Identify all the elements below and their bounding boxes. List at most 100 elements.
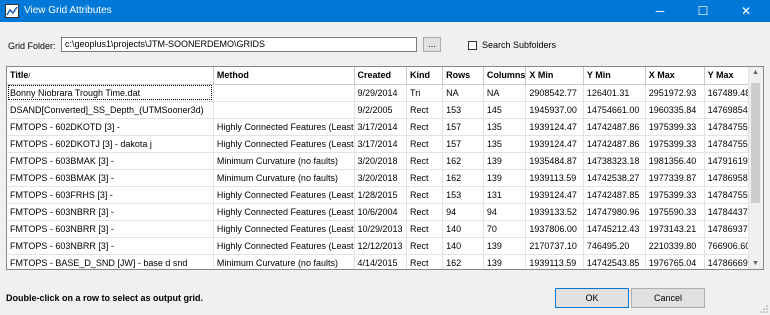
table-row[interactable]: Bonny Niobrara Trough Time.dat 9/29/2014 T… [7, 84, 763, 102]
table-cell: 14742487.86 [583, 118, 646, 136]
search-subfolders-label[interactable]: Search Subfolders [482, 40, 556, 50]
table-cell: 139 [483, 254, 527, 269]
column-header-method[interactable]: Method [213, 67, 355, 85]
table-cell: 162 [442, 152, 484, 170]
table-cell: 94 [442, 203, 484, 221]
table-cell: DSAND[Converted]_SS_Depth_(UTMSooner3d) [7, 101, 214, 119]
table-row[interactable]: FMTOPS - 602DKOTD [3] - Highly Connected … [7, 118, 763, 136]
table-cell: Highly Connected Features (Least [213, 135, 355, 153]
column-header-columns[interactable]: Columns [483, 67, 527, 85]
table-cell: 746495.20 [583, 237, 646, 255]
table-cell: 14747980.96 [583, 203, 646, 221]
search-subfolders-checkbox[interactable] [468, 41, 477, 50]
table-row[interactable]: DSAND[Converted]_SS_Depth_(UTMSooner3d) 9… [7, 101, 763, 119]
minimize-button[interactable]: ─ [640, 0, 680, 22]
cancel-button[interactable]: Cancel [631, 288, 705, 308]
table-cell: 70 [483, 220, 527, 238]
scroll-down-icon[interactable]: ▼ [752, 260, 759, 267]
table-cell: 9/2/2005 [354, 101, 408, 119]
vertical-scrollbar[interactable]: ▲ ▼ [748, 67, 763, 269]
table-cell: 145 [483, 101, 527, 119]
table-row[interactable]: FMTOPS - 603BMAK [3] - Minimum Curvature … [7, 152, 763, 170]
table-cell: NA [442, 84, 484, 102]
table-cell: 1976765.04 [645, 254, 705, 269]
table-cell: 1975399.33 [645, 186, 705, 204]
title-bar[interactable]: View Grid Attributes ─ ☐ ✕ [0, 0, 770, 22]
table-cell: 139 [483, 152, 527, 170]
table-row[interactable]: FMTOPS - BASE_D_SND [JW] - base d snd Min… [7, 254, 763, 269]
table-cell: Rect [406, 186, 444, 204]
table-cell: 4/14/2015 [354, 254, 408, 269]
maximize-button[interactable]: ☐ [683, 0, 723, 22]
header-row: Title/Method Created Kind Rows Columns X Min Y… [7, 67, 763, 85]
column-header-title[interactable]: Title/ [7, 67, 214, 85]
table-cell: 1945937.00 [525, 101, 584, 119]
table-cell: FMTOPS - 603BMAK [3] - [7, 152, 214, 170]
table-row[interactable]: FMTOPS - 603BMAK [3] - Minimum Curvature … [7, 169, 763, 187]
table-cell: 14742538.27 [583, 169, 646, 187]
table-cell: 1975590.33 [645, 203, 705, 221]
table-cell: 157 [442, 118, 484, 136]
table-row[interactable]: FMTOPS - 602DKOTJ [3] - dakota j Highly C… [7, 135, 763, 153]
table-cell: 1939113.59 [525, 254, 584, 269]
table-row[interactable]: FMTOPS - 603NBRR [3] - Highly Connected F… [7, 203, 763, 221]
table-row[interactable]: FMTOPS - 603FRHS [3] - Highly Connected F… [7, 186, 763, 204]
grid-app-icon [5, 4, 19, 18]
table-cell: 140 [442, 237, 484, 255]
column-header-x-min[interactable]: X Min [525, 67, 584, 85]
table-cell: 1939133.52 [525, 203, 584, 221]
table-cell: 3/20/2018 [354, 169, 408, 187]
table-cell: Minimum Curvature (no faults) [213, 254, 355, 269]
table-cell: 135 [483, 118, 527, 136]
table-cell: 1939124.47 [525, 118, 584, 136]
table-cell: Highly Connected Features (Least [213, 118, 355, 136]
table-cell: 153 [442, 186, 484, 204]
table-cell: Highly Connected Features (Least [213, 186, 355, 204]
table-cell: 1/28/2015 [354, 186, 408, 204]
scroll-up-icon[interactable]: ▲ [752, 69, 759, 76]
table-cell: 12/12/2013 [354, 237, 408, 255]
grid-attributes-table[interactable]: Title/Method Created Kind Rows Columns X Min Y… [6, 66, 764, 270]
resize-grip-icon[interactable] [760, 305, 768, 313]
table-cell: 139 [483, 237, 527, 255]
table-cell: 14742487.85 [583, 186, 646, 204]
table-cell: 153 [442, 101, 484, 119]
table-cell: Minimum Curvature (no faults) [213, 169, 355, 187]
table-cell: Rect [406, 237, 444, 255]
column-header-x-max[interactable]: X Max [645, 67, 705, 85]
instruction-text: Double-click on a row to select as outpu… [6, 293, 204, 303]
table-row[interactable]: FMTOPS - 603NBRR [3] - Highly Connected F… [7, 237, 763, 255]
table-cell: 139 [483, 169, 527, 187]
column-header-label: Title [10, 70, 29, 81]
table-cell: Rect [406, 220, 444, 238]
table-cell: 1960335.84 [645, 101, 705, 119]
table-cell: 14745212.43 [583, 220, 646, 238]
ok-button[interactable]: OK [555, 288, 629, 308]
table-cell: 2170737.10 [525, 237, 584, 255]
table-cell: 1939124.47 [525, 135, 584, 153]
table-cell: 2951972.93 [645, 84, 705, 102]
close-button[interactable]: ✕ [726, 0, 766, 22]
grid-folder-input[interactable]: c:\geoplus1\projects\JTM-SOONERDEMO\GRID… [61, 37, 417, 52]
table-cell: FMTOPS - 603NBRR [3] - [7, 237, 214, 255]
column-header-rows[interactable]: Rows [442, 67, 484, 85]
table-cell: 2210339.80 [645, 237, 705, 255]
table-row[interactable]: FMTOPS - 603NBRR [3] - Highly Connected F… [7, 220, 763, 238]
column-header-kind[interactable]: Kind [406, 67, 444, 85]
column-header-y-min[interactable]: Y Min [583, 67, 646, 85]
column-header-created[interactable]: Created [354, 67, 408, 85]
table-cell: 126401.31 [583, 84, 646, 102]
sort-indicator-icon: / [28, 73, 31, 81]
browse-folder-button[interactable]: ... [423, 37, 441, 52]
table-cell: 162 [442, 169, 484, 187]
table-cell: FMTOPS - 603NBRR [3] - [7, 220, 214, 238]
table-cell: 1981356.40 [645, 152, 705, 170]
table-cell: Rect [406, 203, 444, 221]
scrollbar-thumb[interactable] [751, 83, 760, 203]
table-cell: 3/17/2014 [354, 118, 408, 136]
table-cell: Highly Connected Features (Least [213, 220, 355, 238]
table-cell: Rect [406, 152, 444, 170]
table-cell: 140 [442, 220, 484, 238]
grid-table: Title/Method Created Kind Rows Columns X Min Y… [7, 67, 763, 269]
table-cell: 1973143.21 [645, 220, 705, 238]
